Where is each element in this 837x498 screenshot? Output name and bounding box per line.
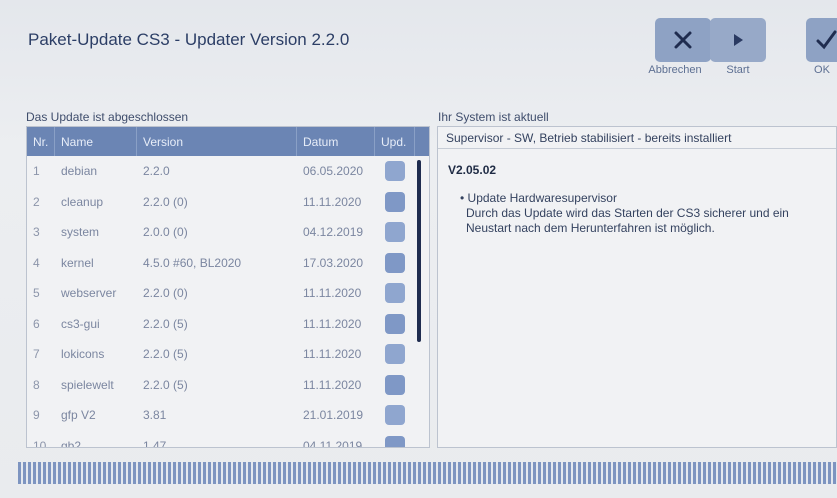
row-name: cleanup [61, 194, 104, 209]
row-name: spielewelt [61, 377, 114, 392]
version-heading: V2.05.02 [448, 163, 497, 177]
table-row[interactable]: 8 spielewelt 2.2.0 (5) 11.11.2020 [27, 370, 429, 401]
update-checkbox[interactable] [385, 313, 405, 334]
table-row[interactable]: 2 cleanup 2.2.0 (0) 11.11.2020 [27, 187, 429, 218]
update-checkbox[interactable] [385, 374, 405, 395]
bullet-title: Update Hardwaresupervisor [467, 191, 617, 205]
start-button[interactable] [710, 18, 766, 62]
left-panel-title: Das Update ist abgeschlossen [26, 110, 189, 124]
update-checkbox[interactable] [385, 435, 405, 447]
progress-bar [18, 462, 837, 484]
row-name: lokicons [61, 347, 105, 362]
row-version: 2.2.0 (0) [143, 286, 188, 301]
row-name: debian [61, 164, 98, 179]
row-nr: 8 [33, 377, 40, 392]
right-panel-title: Ihr System ist aktuell [438, 110, 549, 124]
update-checkbox[interactable] [385, 405, 405, 426]
row-nr: 7 [33, 347, 40, 362]
table-header: Nr. Name Version Datum Upd. [27, 127, 429, 156]
table-row[interactable]: 9 gfp V2 3.81 21.01.2019 [27, 400, 429, 431]
table-row[interactable]: 3 system 2.0.0 (0) 04.12.2019 [27, 217, 429, 248]
row-name: system [61, 225, 100, 240]
window-title: Paket-Update CS3 - Updater Version 2.2.0 [28, 30, 350, 49]
update-bullet: • Update Hardwaresupervisor Durch das Up… [460, 191, 836, 236]
row-date: 11.11.2020 [303, 377, 362, 392]
row-name: gb2 [61, 438, 82, 448]
update-checkbox[interactable] [385, 344, 405, 365]
row-name: gfp V2 [61, 408, 96, 423]
row-nr: 10 [33, 438, 47, 448]
status-line: Supervisor - SW, Betrieb stabilisiert - … [438, 127, 836, 149]
package-table[interactable]: Nr. Name Version Datum Upd. 1 debian 2.2… [26, 126, 430, 448]
row-nr: 1 [33, 164, 40, 179]
check-icon [816, 30, 837, 50]
row-nr: 2 [33, 194, 40, 209]
update-checkbox[interactable] [385, 161, 405, 182]
cancel-button[interactable] [655, 18, 711, 62]
update-checkbox[interactable] [385, 222, 405, 243]
row-date: 11.11.2020 [303, 286, 362, 301]
update-checkbox[interactable] [385, 283, 405, 304]
start-label: Start [726, 64, 750, 76]
table-row[interactable]: 6 cs3-gui 2.2.0 (5) 11.11.2020 [27, 309, 429, 340]
row-version: 2.2.0 (5) [143, 377, 188, 392]
row-nr: 9 [33, 408, 40, 423]
column-header-date: Datum [297, 127, 375, 156]
table-row[interactable]: 4 kernel 4.5.0 #60, BL2020 17.03.2020 [27, 248, 429, 279]
row-name: cs3-gui [61, 316, 100, 331]
update-checkbox[interactable] [385, 191, 405, 212]
row-date: 17.03.2020 [303, 255, 364, 270]
column-header-version: Version [137, 127, 297, 156]
column-header-name: Name [55, 127, 137, 156]
cancel-label: Abbrechen [648, 64, 702, 76]
row-date: 21.01.2019 [303, 408, 364, 423]
row-version: 2.2.0 (0) [143, 194, 188, 209]
row-version: 2.2.0 (5) [143, 316, 188, 331]
row-nr: 4 [33, 255, 40, 270]
row-date: 11.11.2020 [303, 194, 362, 209]
update-checkbox[interactable] [385, 252, 405, 273]
row-version: 2.2.0 (5) [143, 347, 188, 362]
row-nr: 3 [33, 225, 40, 240]
updater-screen: Paket-Update CS3 - Updater Version 2.2.0… [0, 0, 837, 498]
ok-label: OK [814, 64, 830, 76]
row-nr: 6 [33, 316, 40, 331]
play-icon [734, 34, 743, 46]
column-header-nr: Nr. [27, 127, 55, 156]
row-version: 2.2.0 [143, 164, 170, 179]
row-nr: 5 [33, 286, 40, 301]
table-scrollbar[interactable] [417, 160, 421, 342]
update-info-panel: Supervisor - SW, Betrieb stabilisiert - … [437, 126, 837, 448]
close-icon [674, 31, 692, 49]
ok-button[interactable] [806, 18, 837, 62]
bullet-text-2: Neustart nach dem Herunterfahren ist mög… [466, 221, 715, 235]
row-name: kernel [61, 255, 94, 270]
row-version: 3.81 [143, 408, 167, 423]
row-date: 11.11.2020 [303, 316, 362, 331]
bullet-text-1: Durch das Update wird das Starten der CS… [466, 206, 789, 220]
row-name: webserver [61, 286, 117, 301]
table-row[interactable]: 1 debian 2.2.0 06.05.2020 [27, 156, 429, 187]
row-version: 1.47 [143, 438, 167, 448]
table-row[interactable]: 5 webserver 2.2.0 (0) 11.11.2020 [27, 278, 429, 309]
table-row[interactable]: 7 lokicons 2.2.0 (5) 11.11.2020 [27, 339, 429, 370]
row-date: 04.11.2019 [303, 438, 363, 448]
row-version: 2.0.0 (0) [143, 225, 188, 240]
row-date: 11.11.2020 [303, 347, 362, 362]
row-date: 04.12.2019 [303, 225, 364, 240]
row-date: 06.05.2020 [303, 164, 364, 179]
row-version: 4.5.0 #60, BL2020 [143, 255, 242, 270]
column-header-upd: Upd. [375, 127, 415, 156]
bullet-dot: • [460, 191, 465, 205]
table-row[interactable]: 10 gb2 1.47 04.11.2019 [27, 431, 429, 448]
